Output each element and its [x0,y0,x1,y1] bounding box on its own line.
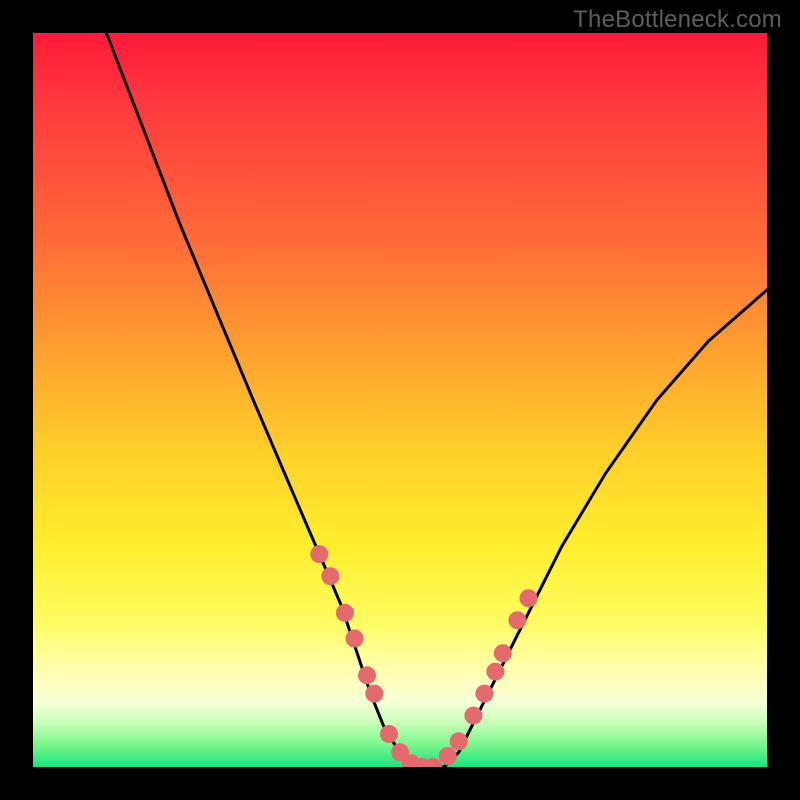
chart-frame: TheBottleneck.com [0,0,800,800]
marker-dot [475,685,493,703]
marker-dot [486,663,504,681]
marker-dots-group [310,545,537,767]
marker-dot [494,644,512,662]
marker-dot [508,611,526,629]
marker-dot [450,732,468,750]
marker-dot [439,747,457,765]
marker-dot [321,567,339,585]
marker-dot [365,685,383,703]
marker-dot [336,604,354,622]
plot-area [33,33,767,767]
marker-dot [310,545,328,563]
watermark-text: TheBottleneck.com [573,6,782,34]
marker-dot [520,589,538,607]
bottleneck-curve [106,33,767,767]
marker-dot [464,707,482,725]
chart-svg [33,33,767,767]
marker-dot [380,725,398,743]
marker-dot [358,666,376,684]
marker-dot [346,630,364,648]
